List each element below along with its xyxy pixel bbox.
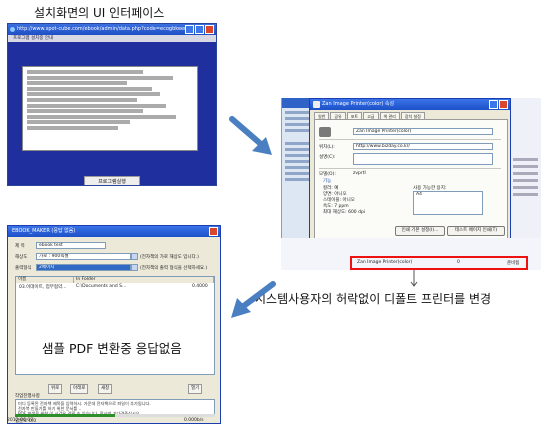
new-window-button[interactable]: 새창 xyxy=(98,384,113,394)
minimize-button[interactable] xyxy=(185,25,194,34)
conversion-progress-bar xyxy=(15,414,215,417)
printer-dialog-title: Zan Image Printer(color) 속성 xyxy=(322,101,395,107)
file-list[interactable]: 이름 In Folder 03.이데이트, 업무협약... C:\Documen… xyxy=(15,276,215,375)
open-button[interactable]: 열기 xyxy=(188,384,203,394)
move-down-button[interactable]: 아래로 xyxy=(70,384,89,394)
location-label: 위치(L): xyxy=(319,145,335,150)
title-label: 제 목 xyxy=(15,244,25,249)
output-label: 출력형식 xyxy=(15,266,32,271)
install-ui-caption: 설치화면의 UI 인터페이스 xyxy=(34,6,165,20)
comment-field[interactable] xyxy=(353,153,493,165)
general-tab-panel: Zan Image Printer(color) 위치(L): http://w… xyxy=(314,119,508,249)
quality-select[interactable]: 가로 : 900픽셀 xyxy=(36,253,131,260)
arrow-down-icon xyxy=(410,270,418,287)
ebook-window-titlebar[interactable]: EBOOK_MAKER (응답 없음) xyxy=(8,226,220,237)
ie-icon xyxy=(10,27,15,32)
output-select[interactable]: 2페이지 xyxy=(36,264,131,271)
move-up-button[interactable]: 위로 xyxy=(48,384,63,394)
quality-hint: (전자책의 가로 해상도 입니다.) xyxy=(140,255,199,260)
paper-list[interactable]: A4 xyxy=(413,191,483,215)
file-row-folder: C:\Documents and S... xyxy=(76,284,127,289)
quality-label: 해상도 xyxy=(15,255,28,260)
ebook-maker-window: EBOOK_MAKER (응답 없음) 제 목 ebook test 해상도 가… xyxy=(7,225,221,424)
chevron-down-icon[interactable] xyxy=(131,264,138,271)
arrow-right-down-icon xyxy=(229,116,272,155)
printer-name-field[interactable]: Zan Image Printer(color) xyxy=(353,128,493,135)
progress-fill xyxy=(15,414,115,417)
highlight-box xyxy=(350,256,528,270)
file-row-name[interactable]: 03.이데이트, 업무협약... xyxy=(19,284,66,290)
comment-label: 설명(C): xyxy=(319,155,336,160)
printer-dialog-titlebar[interactable]: Zan Image Printer(color) 속성 xyxy=(310,99,510,110)
resolution-feature: 최대 해상도: 600 dpi xyxy=(323,210,366,215)
status-right: 0.000b/s xyxy=(184,418,204,423)
close-button[interactable] xyxy=(205,25,214,34)
printer-change-caption: 시스템사용자의 허락없이 디폴트 프린터를 변경 xyxy=(255,292,492,306)
pdf-no-response-caption: 샘플 PDF 변환중 응답없음 xyxy=(42,341,182,356)
print-test-page-button[interactable]: 테스트 페이지 인쇄(T) xyxy=(447,226,505,236)
location-field[interactable]: http://www.bizday.co.kr/ xyxy=(353,143,493,150)
run-program-button[interactable]: 프로그램실행 xyxy=(84,176,140,185)
install-window-title: http://www.spot-cube.com/ebook/admin/dat… xyxy=(17,26,194,32)
close-button[interactable] xyxy=(499,100,508,109)
output-hint: (전자책의 출력 형식을 선택하세요.) xyxy=(140,266,208,271)
ebook-window-title: EBOOK_MAKER (응답 없음) xyxy=(12,228,76,234)
column-name[interactable]: 이름 xyxy=(16,277,74,283)
model-label: 모델(O): xyxy=(319,172,336,177)
help-button[interactable] xyxy=(489,100,498,109)
model-value: zvprtl xyxy=(353,171,366,176)
status-date: 2012-06-07 xyxy=(7,418,34,423)
features-label: 기능 xyxy=(323,179,332,184)
install-notice-text xyxy=(22,66,198,151)
column-in-folder[interactable]: In Folder xyxy=(74,277,214,283)
printing-preferences-button[interactable]: 인쇄 기본 설정(I)... xyxy=(395,226,445,236)
maximize-button[interactable] xyxy=(195,25,204,34)
install-window: http://www.spot-cube.com/ebook/admin/dat… xyxy=(7,23,217,186)
close-button[interactable] xyxy=(209,227,218,236)
install-window-subtitle: 프로그램 설치중 안내 xyxy=(8,35,216,42)
printer-icon xyxy=(313,101,320,108)
chevron-down-icon[interactable] xyxy=(131,253,138,260)
title-input[interactable]: ebook test xyxy=(36,242,106,249)
printer-icon xyxy=(319,127,331,137)
file-row-size: 0.4000 xyxy=(192,284,208,289)
install-window-titlebar[interactable]: http://www.spot-cube.com/ebook/admin/dat… xyxy=(8,24,216,35)
arrow-left-down-icon xyxy=(231,281,276,318)
